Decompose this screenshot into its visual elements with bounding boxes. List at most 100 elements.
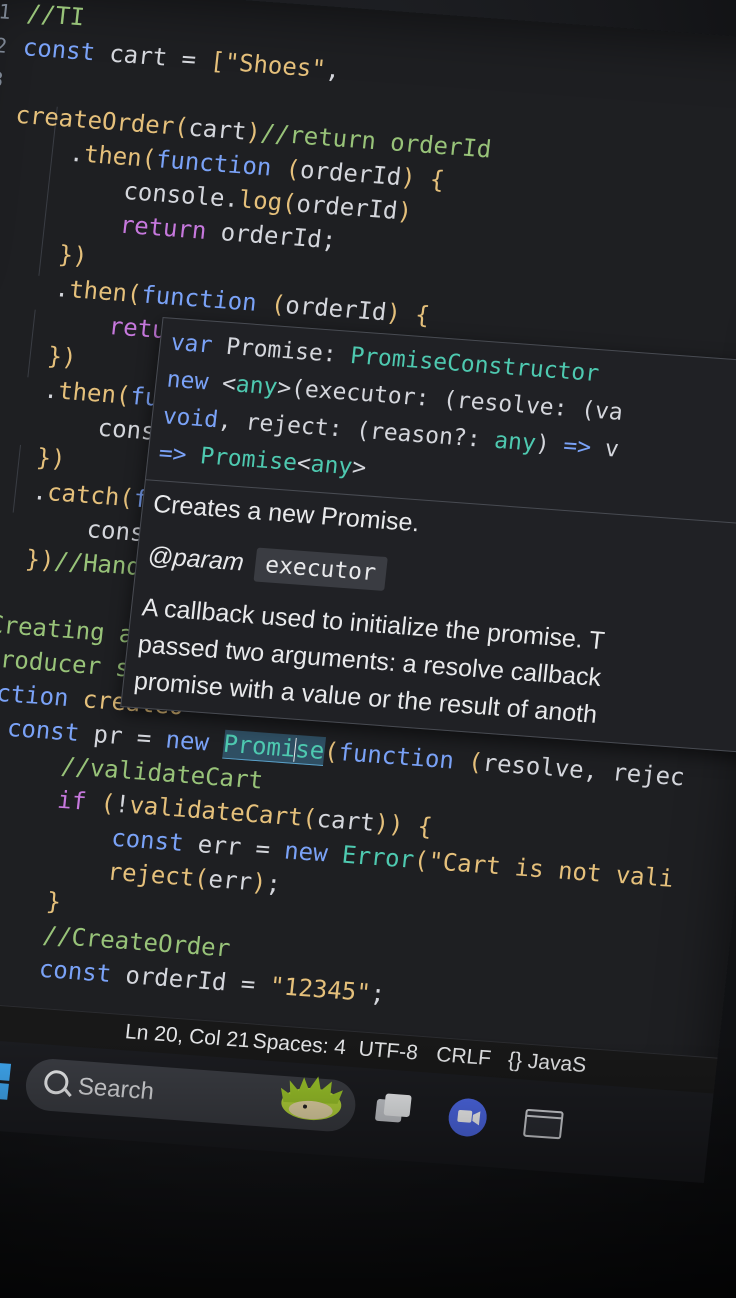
code-token: ) [395,196,414,226]
code-token: , [582,756,615,787]
file-explorer-icon[interactable] [519,1100,568,1147]
signature-token: any [309,451,354,481]
search-icon [43,1069,70,1096]
code-token: ; [369,979,387,1009]
code-token: . [42,375,60,405]
windows-start-icon[interactable] [0,1061,12,1100]
vscode-window: 1//TI2const cart = ["Shoes",34createOrde… [0,0,736,1183]
code-token: orderId [298,155,403,192]
code-token: "Shoes" [223,47,328,84]
code-token: new [164,725,225,758]
code-token: console [122,176,227,213]
code-token: function [0,675,71,713]
signature-token: any [234,371,279,401]
encoding-setting[interactable]: UTF-8 [357,1037,419,1065]
code-token: log [237,185,284,217]
cursor-position[interactable]: Ln 20, Col 21 [124,1020,251,1053]
photo-of-screen: 1//TI2const cart = ["Shoes",34createOrde… [0,0,736,1298]
code-token: orderId [124,961,243,998]
signature-token: : ( [552,394,597,424]
code-token: } [44,887,63,917]
task-view-icon[interactable] [368,1088,417,1135]
code-token: se [293,734,326,766]
code-token: . [10,134,86,168]
indentation-setting[interactable]: Spaces: 4 [251,1030,348,1061]
code-token: = [254,834,286,865]
signature-token: > [350,454,368,482]
line-number: 2 [0,33,9,58]
line-number: 1 [0,0,13,25]
hover-tooltip: var Promise: PromiseConstructor new <any>… [120,317,736,757]
code-token: resolve [481,748,586,784]
code-token: return [118,210,223,246]
code-token: . [0,269,71,304]
language-mode[interactable]: {} JavaS [507,1048,588,1078]
code-token: Error [340,840,416,874]
code-text: //TI [25,0,86,34]
code-token: orderId [219,218,324,254]
signature-token: >( [275,374,307,403]
code-token: ; [320,225,338,255]
code-token: . [31,477,49,506]
taskbar-search[interactable]: Search [23,1057,359,1134]
signature-token: resolve [455,387,555,421]
code-token: ) { [384,298,432,330]
code-token: catch [45,478,121,512]
signature-token: : ( [414,384,459,414]
code-token: = [135,723,168,754]
code-token: pr [92,720,139,752]
code-token: if [55,785,103,817]
line-number: 3 [0,66,5,92]
code-token: cart [107,39,184,73]
code-token: )) { [373,808,434,842]
code-token: const [37,954,128,989]
code-token: const [5,713,96,749]
signature-token: va [593,398,625,426]
code-token: then [67,275,129,308]
search-highlight-hedgehog-icon [280,1076,343,1121]
code-token: //TI [25,0,86,32]
signature-token: any [492,427,538,457]
signature-token: => [562,432,593,461]
code-token: orderId [284,291,388,327]
code-token: }) [57,240,89,271]
signature-token: Promise [198,443,299,477]
signature-token: new [165,366,224,397]
signature-token: reason [368,418,455,451]
signature-token: void [161,403,220,434]
code-token: const [109,823,200,858]
code-token: reject [106,857,196,892]
signature-token: : [321,340,352,369]
code-token: then [82,139,144,172]
signature-token: ) [534,430,565,459]
signature-token: => [157,440,202,470]
signature-token: Promise [224,333,325,367]
param-name: executor [253,547,388,591]
code-token: }) [24,544,56,575]
code-token: cart [187,113,248,146]
teams-chat-icon[interactable] [443,1094,492,1141]
code-token: orderId [295,189,399,225]
signature-token: ?: [451,424,496,454]
code-token: Promi [221,729,297,764]
code-token: err [196,830,258,863]
eol-setting[interactable]: CRLF [435,1043,492,1071]
code-token: }) [46,341,78,372]
signature-token: reject [244,409,331,442]
code-token: = [180,44,212,75]
signature-token: : ( [327,415,372,445]
code-token: ; [264,869,283,899]
